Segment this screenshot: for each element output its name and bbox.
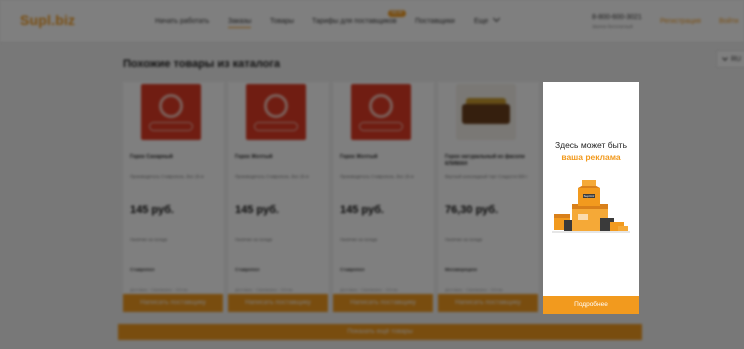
boxes-illustration-icon: Supl.biz [552, 180, 630, 233]
ad-banner[interactable]: Здесь может быть ваша реклама Supl.biz П… [543, 82, 639, 314]
ad-details-button[interactable]: Подробнее [543, 296, 639, 314]
ad-highlight: ваша реклама [561, 152, 621, 162]
ad-headline: Здесь может быть [554, 140, 628, 150]
box-label: Supl.biz [584, 194, 595, 198]
